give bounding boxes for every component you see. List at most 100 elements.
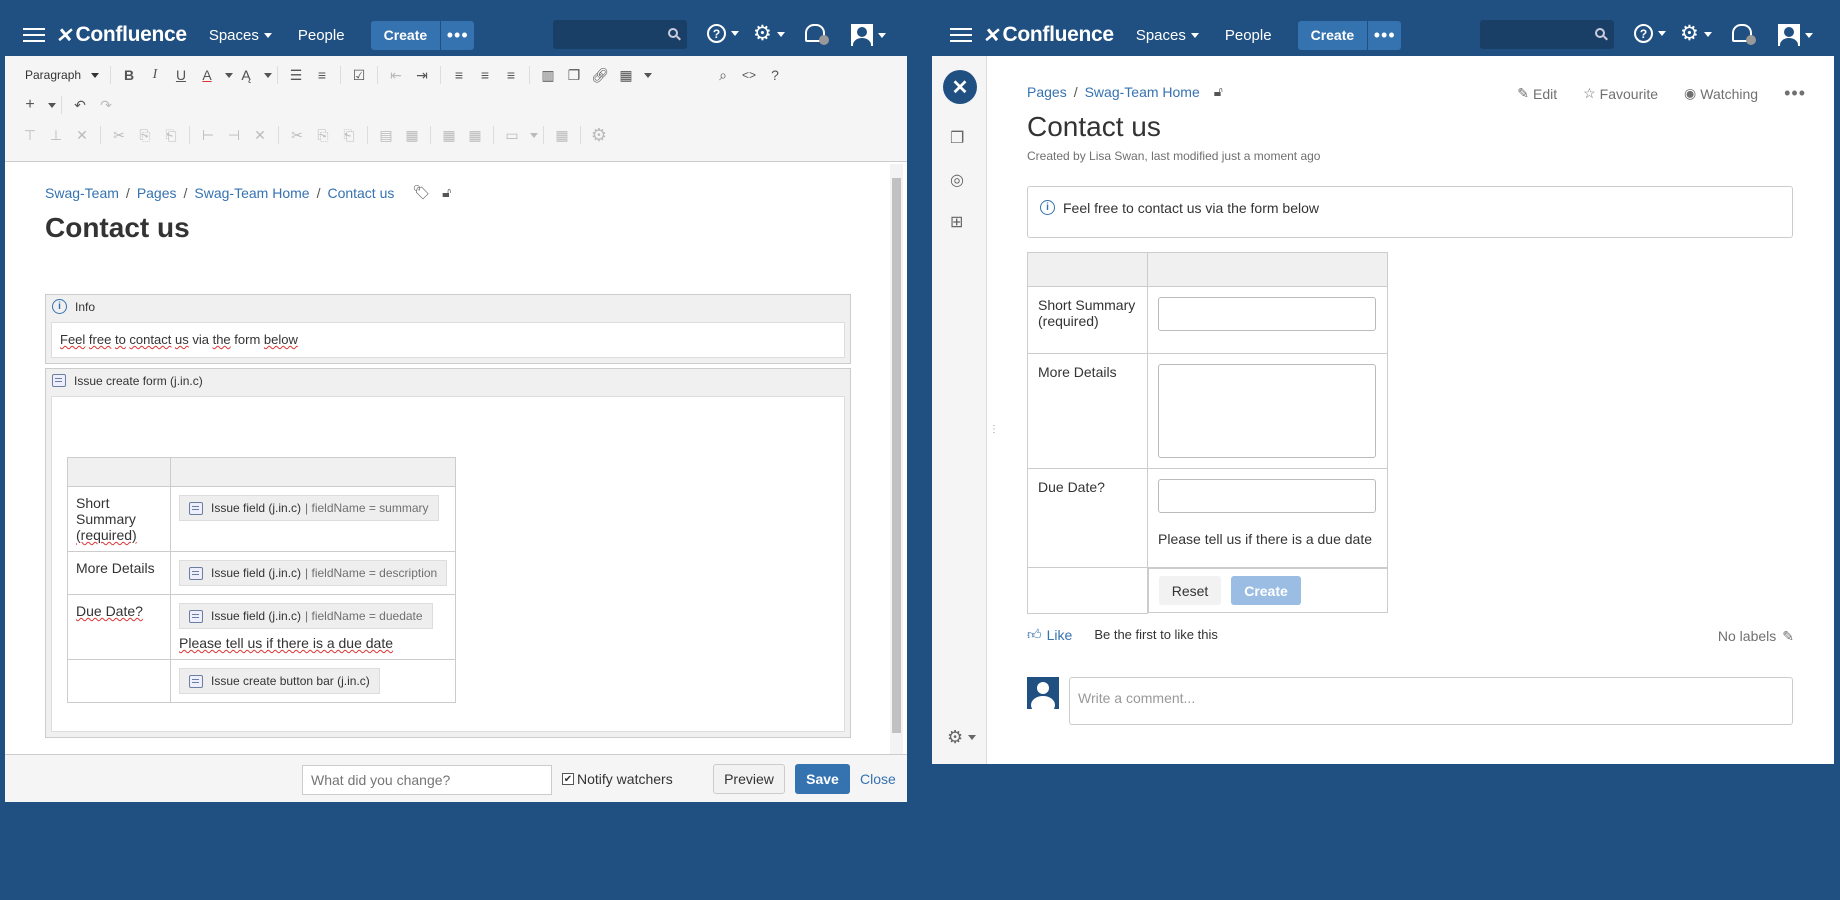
people-link[interactable]: People <box>298 27 345 44</box>
issue-field-macro[interactable]: Issue field (j.in.c) | fieldName = descri… <box>179 560 448 586</box>
change-comment-input[interactable] <box>302 765 552 795</box>
find-replace-icon[interactable]: ⌕ <box>710 62 736 88</box>
pages-icon[interactable]: ❐ <box>950 128 964 148</box>
help-menu[interactable]: ? <box>707 24 739 43</box>
breadcrumb-link[interactable]: Pages <box>137 185 177 201</box>
rss-feed-icon[interactable]: ◎ <box>950 170 964 190</box>
keyboard-help-icon[interactable]: ? <box>762 62 788 88</box>
files-icon[interactable]: ❐ <box>561 62 587 88</box>
redo-icon[interactable]: ↷ <box>93 92 119 118</box>
align-left-icon[interactable]: ≡ <box>446 62 472 88</box>
align-right-icon[interactable]: ≡ <box>498 62 524 88</box>
link-icon[interactable]: 🔗︎ <box>587 62 613 88</box>
row-above-icon[interactable]: ⊤ <box>17 122 43 148</box>
menu-icon[interactable] <box>950 24 972 46</box>
page-tree-icon[interactable]: ⊞ <box>950 212 963 232</box>
more-formatting-button[interactable]: Ą <box>233 62 259 88</box>
details-textarea[interactable] <box>1158 364 1376 458</box>
row-below-icon[interactable]: ⊥ <box>43 122 69 148</box>
delete-col-icon[interactable]: ✕ <box>247 122 273 148</box>
indent-icon[interactable]: ⇥ <box>409 62 435 88</box>
breadcrumb-link[interactable]: Swag-Team Home <box>194 185 309 201</box>
insert-plus-icon[interactable]: + <box>17 92 43 118</box>
split-cell-icon[interactable]: ▦ <box>399 122 425 148</box>
bold-button[interactable]: B <box>116 62 142 88</box>
more-actions-icon[interactable]: ••• <box>1784 83 1806 104</box>
heading-row-icon[interactable]: ▦ <box>436 122 462 148</box>
italic-button[interactable]: I <box>142 62 168 88</box>
due-date-input[interactable] <box>1158 479 1376 513</box>
settings-menu[interactable]: ⚙ <box>1680 23 1712 44</box>
create-button[interactable]: Create <box>1297 20 1368 50</box>
user-menu[interactable] <box>1778 24 1813 46</box>
unlock-icon[interactable]: 🔓︎ <box>442 184 451 201</box>
table-settings-icon[interactable]: ⚙ <box>586 122 612 148</box>
col-after-icon[interactable]: ⊣ <box>221 122 247 148</box>
comment-input[interactable]: Write a comment... <box>1069 677 1793 725</box>
search-input[interactable] <box>1480 20 1614 49</box>
edit-labels-icon[interactable]: ✎ <box>1782 628 1794 644</box>
confluence-logo[interactable]: ✕ Confluence <box>982 23 1114 48</box>
col-before-icon[interactable]: ⊢ <box>195 122 221 148</box>
cut-row-icon[interactable]: ✂ <box>106 122 132 148</box>
reset-button[interactable]: Reset <box>1159 576 1221 605</box>
paragraph-style-select[interactable]: Paragraph <box>5 68 105 82</box>
people-link[interactable]: People <box>1225 27 1272 44</box>
delete-table-icon[interactable]: ▦ <box>549 122 575 148</box>
paste-row-icon[interactable]: ⎗ <box>158 122 184 148</box>
close-link[interactable]: Close <box>860 771 896 787</box>
save-button[interactable]: Save <box>795 764 850 794</box>
settings-menu[interactable]: ⚙ <box>753 23 785 44</box>
checkbox-icon[interactable]: ✔ <box>562 773 574 785</box>
issue-create-button-bar-macro[interactable]: Issue create button bar (j.in.c) <box>179 668 380 694</box>
page-title-input[interactable]: Contact us <box>45 212 190 244</box>
info-macro-body[interactable]: Feel free to contact us via the form bel… <box>51 322 845 358</box>
editor-scrollbar[interactable] <box>890 164 903 754</box>
task-list-icon[interactable]: ☑ <box>346 62 372 88</box>
notifications-button[interactable] <box>1732 24 1756 45</box>
paste-col-icon[interactable]: ⎗ <box>336 122 362 148</box>
unlock-icon[interactable]: 🔓︎ <box>1214 83 1223 100</box>
bullet-list-icon[interactable]: ☰ <box>283 62 309 88</box>
notify-watchers-checkbox[interactable]: ✔ Notify watchers <box>562 771 673 787</box>
align-center-icon[interactable]: ≡ <box>472 62 498 88</box>
page-layout-icon[interactable]: ▥ <box>535 62 561 88</box>
menu-icon[interactable] <box>23 24 45 46</box>
delete-row-icon[interactable]: ✕ <box>69 122 95 148</box>
breadcrumb-link[interactable]: Contact us <box>327 185 394 201</box>
copy-row-icon[interactable]: ⎘ <box>132 122 158 148</box>
help-menu[interactable]: ? <box>1634 24 1666 43</box>
breadcrumb-link[interactable]: Swag-Team <box>45 185 119 201</box>
search-input[interactable] <box>553 20 687 49</box>
spaces-menu[interactable]: Spaces <box>1136 27 1199 44</box>
merge-cells-icon[interactable]: ▤ <box>373 122 399 148</box>
summary-input[interactable] <box>1158 297 1376 331</box>
edit-button[interactable]: ✎ Edit <box>1517 85 1557 102</box>
space-logo-icon[interactable]: ✕ <box>943 70 977 104</box>
highlight-cell-icon[interactable]: ▭ <box>499 122 525 148</box>
outdent-icon[interactable]: ⇤ <box>383 62 409 88</box>
label-tag-icon[interactable]: 🏷︎ <box>412 184 430 201</box>
issue-field-macro[interactable]: Issue field (j.in.c) | fieldName = summar… <box>179 495 439 521</box>
watching-button[interactable]: ◉ Watching <box>1684 85 1758 102</box>
space-settings-button[interactable]: ⚙ <box>947 727 977 748</box>
heading-col-icon[interactable]: ▦ <box>462 122 488 148</box>
undo-icon[interactable]: ↶ <box>67 92 93 118</box>
numbered-list-icon[interactable]: ≡ <box>309 62 335 88</box>
notifications-button[interactable] <box>805 24 829 45</box>
create-more-button[interactable]: ••• <box>1367 20 1402 50</box>
sidebar-resize-handle[interactable]: ⋮ <box>989 424 999 435</box>
breadcrumb-link[interactable]: Swag-Team Home <box>1085 84 1200 100</box>
table-icon[interactable]: ▦ <box>613 62 639 88</box>
copy-col-icon[interactable]: ⎘ <box>310 122 336 148</box>
cut-col-icon[interactable]: ✂ <box>284 122 310 148</box>
like-button[interactable]: 👍︎ Like <box>1027 626 1072 643</box>
create-button[interactable]: Create <box>370 20 441 50</box>
issue-field-macro[interactable]: Issue field (j.in.c) | fieldName = duedat… <box>179 603 433 629</box>
favourite-button[interactable]: ☆ Favourite <box>1583 85 1658 102</box>
breadcrumb-link[interactable]: Pages <box>1027 84 1067 100</box>
spaces-menu[interactable]: Spaces <box>209 27 272 44</box>
underline-button[interactable]: U <box>168 62 194 88</box>
issue-create-form-macro[interactable]: Issue create form (j.in.c) Short Summary… <box>45 368 851 738</box>
text-color-button[interactable]: A <box>194 62 220 88</box>
